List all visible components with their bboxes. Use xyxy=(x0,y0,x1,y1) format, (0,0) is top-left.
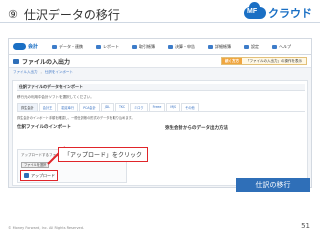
cloud-icon xyxy=(13,43,26,50)
top-navbar: 会計 データ・連携 レポート 取引帳簿 決算・申告 詳細帳簿 設定 ヘルプ xyxy=(9,39,311,55)
brand-logo: MF クラウド xyxy=(244,2,312,21)
slide-number: ⑨ xyxy=(8,8,18,21)
nav-item-report[interactable]: レポート xyxy=(96,44,119,50)
nav-item-ledger[interactable]: 取引帳簿 xyxy=(132,44,155,50)
ledger-icon xyxy=(132,44,138,49)
page-header: ファイルの入出力 続く方方 「ファイルの入出力」の操作を表示 xyxy=(9,55,311,68)
nav-item-settings[interactable]: 設定 xyxy=(244,44,259,50)
tab-software[interactable]: PCA会計 xyxy=(79,103,100,111)
nav-item-settlement[interactable]: 決算・申告 xyxy=(168,44,195,50)
nav-item-data[interactable]: データ・連携 xyxy=(52,44,83,50)
slide-title: ⑨ 仕沢データの移行 xyxy=(8,6,120,23)
data-icon xyxy=(52,44,58,49)
software-tabs: 弥生会計 会計王 勘定奉行 PCA会計 JDL TKC ミロク Freee MJ… xyxy=(17,103,305,112)
copyright-text: © Money Forward, Inc. All Rights Reserve… xyxy=(8,226,85,230)
notice-message: 「ファイルの入出力」の操作を表示 xyxy=(246,58,302,63)
upload-button-label: アップロード xyxy=(31,172,55,178)
title-divider xyxy=(0,22,320,23)
gear-icon xyxy=(244,44,250,49)
nav-item-books[interactable]: 詳細帳簿 xyxy=(208,44,231,50)
tab-software[interactable]: JDL xyxy=(100,103,114,111)
tab-software[interactable]: Freee xyxy=(148,103,166,111)
page-title: ファイルの入出力 xyxy=(13,57,70,66)
brand-logo-text: クラウド xyxy=(268,7,312,20)
app-screenshot: 会計 データ・連携 レポート 取引帳簿 決算・申告 詳細帳簿 設定 ヘルプ ファ… xyxy=(8,38,312,188)
callout-box: 「アップロード」をクリック xyxy=(58,147,149,162)
settlement-icon xyxy=(168,44,174,49)
tab-software[interactable]: TKC xyxy=(114,103,130,111)
cloud-icon: MF xyxy=(244,2,266,19)
description-text: 弥生会計のインポート手順を確認し、一般仕訳帳の形式のデータを取り込めます。 xyxy=(17,116,135,120)
export-method-heading: 弥生会計からのデータ出力方法 xyxy=(165,126,228,131)
import-heading: 仕訳ファイルのインポート xyxy=(17,125,71,130)
upload-icon xyxy=(24,173,29,178)
tab-software[interactable]: ミロク xyxy=(130,103,148,111)
help-icon xyxy=(272,44,278,49)
section-title: 仕訳ファイルのデータをインポート xyxy=(17,84,305,91)
file-icon xyxy=(13,58,19,64)
instruction-text: 移行元の利用中会計ソフトを選択してください。 xyxy=(17,95,94,99)
nav-item-help[interactable]: ヘルプ xyxy=(272,44,291,50)
tab-software[interactable]: MJS xyxy=(166,103,181,111)
tab-software[interactable]: 会計王 xyxy=(38,103,57,111)
tab-software[interactable]: 弥生会計 xyxy=(17,103,38,111)
section-badge: 仕訳の移行 xyxy=(236,178,310,192)
notice-tag: 続く方方 xyxy=(222,58,242,64)
slide-title-text: 仕沢データの移行 xyxy=(23,8,120,22)
breadcrumb-item[interactable]: ファイル入出力 xyxy=(13,70,38,75)
tab-software[interactable]: その他 xyxy=(181,103,199,111)
guide-notice[interactable]: 続く方方 「ファイルの入出力」の操作を表示 xyxy=(221,57,307,65)
upload-button[interactable]: アップロード xyxy=(20,170,58,181)
app-logo[interactable]: 会計 xyxy=(13,43,38,50)
breadcrumb-item[interactable]: 仕訳をインポート xyxy=(45,70,73,75)
import-panel: 仕訳ファイルのデータをインポート 移行元の利用中会計ソフトを選択してください。 … xyxy=(12,80,308,186)
app-brand-label: 会計 xyxy=(28,44,39,50)
report-icon xyxy=(96,44,102,49)
page-number: 51 xyxy=(301,222,310,230)
books-icon xyxy=(208,44,214,49)
file-select-button[interactable]: ファイルを選択 xyxy=(21,162,50,168)
tab-software[interactable]: 勘定奉行 xyxy=(57,103,79,111)
breadcrumb: ファイル入出力 › 仕訳をインポート xyxy=(13,70,73,75)
